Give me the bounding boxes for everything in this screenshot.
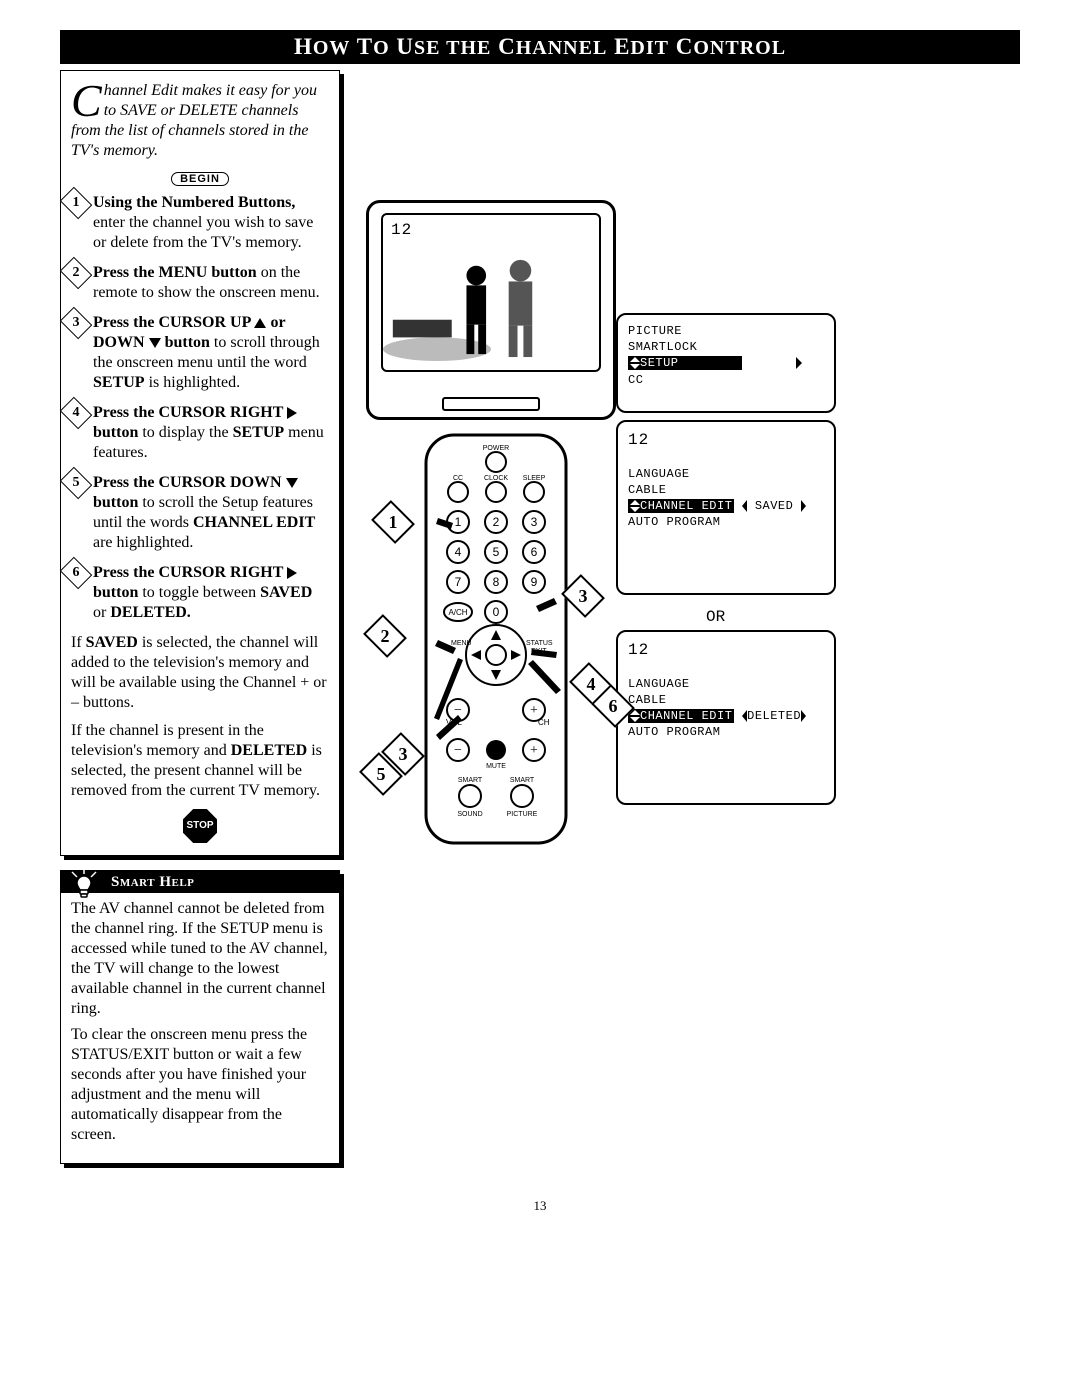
menu-value-saved: SAVED [755, 499, 794, 513]
deleted-note: If the channel is present in the televis… [71, 721, 329, 801]
tv2-channel: 12 [628, 430, 824, 452]
menu-item: AUTO PROGRAM [628, 724, 824, 740]
or-label: OR [706, 608, 725, 626]
svg-text:STATUS: STATUS [526, 640, 553, 647]
svg-text:3: 3 [531, 515, 538, 529]
menu-item: AUTO PROGRAM [628, 514, 824, 530]
svg-text:2: 2 [493, 515, 500, 529]
svg-text:MUTE: MUTE [486, 763, 506, 770]
menu-item: SMARTLOCK [628, 339, 824, 355]
svg-text:6: 6 [531, 545, 538, 559]
menu-item-highlighted: SETUP [640, 356, 679, 370]
remote-power-label: POWER [483, 445, 509, 452]
menu-item-highlighted: CHANNEL EDIT [640, 499, 732, 513]
smart-help-p2: To clear the onscreen menu press the STA… [71, 1025, 329, 1145]
instructions-box: Channel Edit makes it easy for you to SA… [60, 70, 340, 856]
menu-item: CABLE [628, 692, 824, 708]
saved-note: If SAVED is selected, the channel will a… [71, 633, 329, 713]
svg-text:−: − [454, 743, 462, 758]
svg-text:SOUND: SOUND [457, 811, 482, 818]
svg-text:+: + [530, 743, 538, 758]
tv-menu-saved: 12 LANGUAGE CABLE CHANNEL EDIT SAVED AUT… [616, 420, 836, 595]
dropcap: C [71, 81, 104, 119]
svg-text:4: 4 [455, 545, 462, 559]
svg-text:CLOCK: CLOCK [484, 475, 508, 482]
lightbulb-icon [67, 867, 101, 901]
smart-help-title: Smart Help [61, 871, 339, 893]
intro-rest: hannel Edit makes it easy for you to SAV… [71, 82, 317, 159]
smart-help-box: Smart Help The AV channel cannot be dele… [60, 870, 340, 1164]
svg-text:1: 1 [455, 515, 462, 529]
page-title: How To Use the Channel Edit ControlHOW T… [60, 30, 1020, 64]
menu-value-deleted: DELETED [747, 709, 801, 723]
step-6: 6 Press the CURSOR RIGHT button to toggl… [71, 563, 329, 623]
svg-text:MENU: MENU [451, 640, 472, 647]
svg-text:5: 5 [493, 545, 500, 559]
stop-badge: STOP [183, 809, 217, 843]
menu-item: LANGUAGE [628, 676, 824, 692]
smart-help-p1: The AV channel cannot be deleted from th… [71, 899, 329, 1019]
svg-text:8: 8 [493, 575, 500, 589]
svg-text:0: 0 [493, 605, 500, 619]
svg-text:CC: CC [453, 475, 463, 482]
svg-text:+: + [530, 703, 538, 718]
svg-text:9: 9 [531, 575, 538, 589]
step-4: 4 Press the CURSOR RIGHT button to displ… [71, 403, 329, 463]
intro-text: Channel Edit makes it easy for you to SA… [71, 81, 329, 161]
begin-badge: BEGIN [171, 172, 229, 186]
menu-item: PICTURE [628, 323, 824, 339]
menu-item: LANGUAGE [628, 466, 824, 482]
svg-text:7: 7 [455, 575, 462, 589]
menu-item: CC [628, 372, 824, 388]
menu-item-highlighted: CHANNEL EDIT [640, 709, 732, 723]
diagram-area: 12 PICTURE SMARTLOCK SETUP [356, 70, 1020, 1170]
svg-text:SLEEP: SLEEP [523, 475, 546, 482]
tv-menu-deleted: 12 LANGUAGE CABLE CHANNEL EDIT DELETED A… [616, 630, 836, 805]
step-1: 1 Using the Numbered Buttons, enter the … [71, 193, 329, 253]
tv-menu-setup: PICTURE SMARTLOCK SETUP CC [616, 313, 836, 413]
step-5: 5 Press the CURSOR DOWN button to scroll… [71, 473, 329, 553]
tv1-scene-icon [383, 240, 599, 370]
menu-item: CABLE [628, 482, 824, 498]
step-2: 2 Press the MENU button on the remote to… [71, 263, 329, 303]
svg-text:PICTURE: PICTURE [507, 811, 538, 818]
page-number: 13 [60, 1198, 1020, 1214]
tv3-channel: 12 [628, 640, 824, 662]
remote-illustration: POWER CC CLOCK SLEEP 1 2 3 4 5 [396, 430, 596, 855]
tv-illustration-main: 12 [366, 200, 616, 420]
svg-text:A/CH: A/CH [448, 608, 467, 617]
svg-text:SMART: SMART [458, 777, 483, 784]
step-3: 3 Press the CURSOR UP or DOWN button to … [71, 313, 329, 393]
svg-text:SMART: SMART [510, 777, 535, 784]
